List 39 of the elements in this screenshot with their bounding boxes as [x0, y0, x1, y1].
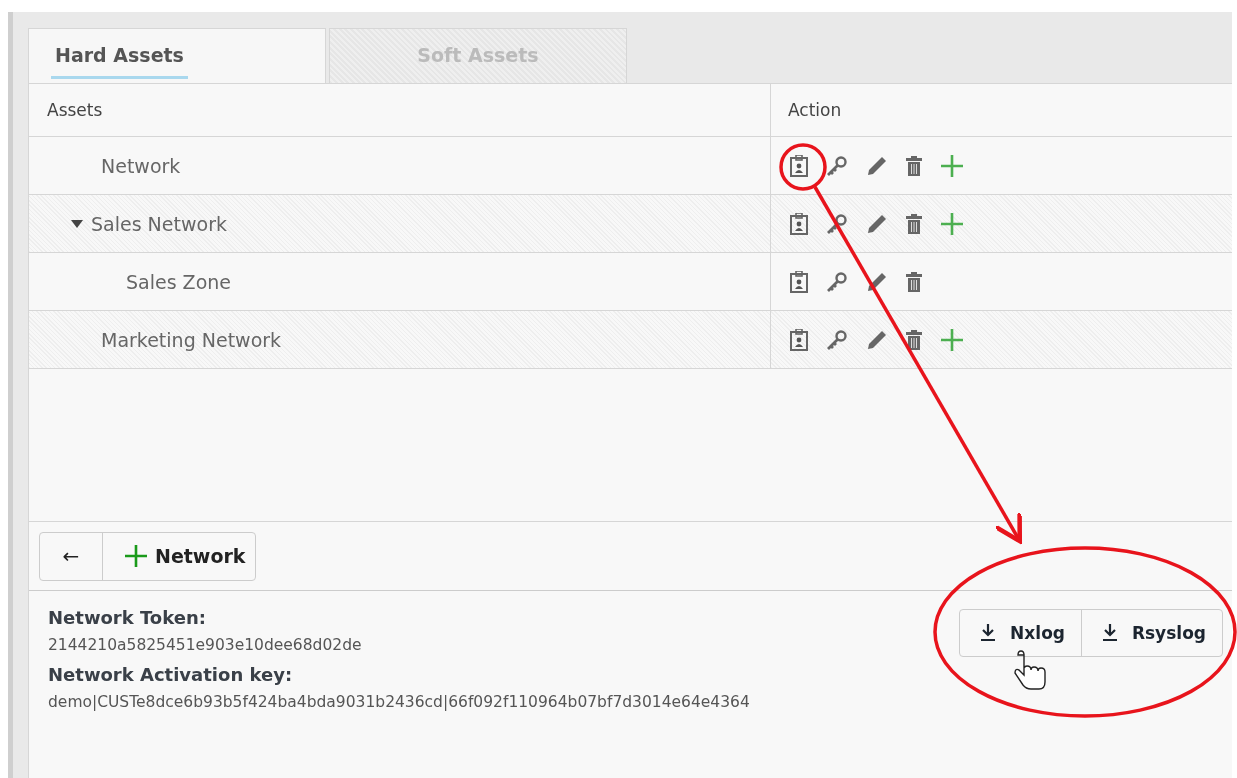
hand-cursor-icon	[1014, 650, 1046, 690]
tab[interactable]: Hard Assets	[28, 28, 326, 83]
pencil-icon[interactable]	[866, 270, 888, 293]
add-network-button[interactable]: Network	[102, 532, 256, 580]
asset-name[interactable]: Network	[101, 154, 181, 177]
back-button[interactable]: ←	[40, 532, 102, 580]
download-icon	[980, 624, 997, 642]
id-badge-icon[interactable]	[790, 328, 808, 351]
id-badge-icon[interactable]	[790, 270, 808, 293]
column-header: Assets	[46, 99, 104, 122]
download-button[interactable]: Nxlog	[960, 610, 1081, 656]
asset-name[interactable]: Marketing Network	[101, 328, 282, 351]
pencil-icon[interactable]	[866, 154, 888, 177]
trash-icon[interactable]	[906, 212, 922, 235]
field-label: Network Activation key:	[48, 664, 294, 685]
asset-name[interactable]: Sales Network	[91, 212, 227, 235]
id-badge-icon[interactable]	[790, 212, 808, 235]
caret-down-icon[interactable]	[71, 219, 83, 228]
download-button[interactable]: Rsyslog	[1081, 610, 1222, 656]
column-header: Action	[770, 84, 1232, 136]
key-icon[interactable]	[826, 328, 848, 351]
add-icon[interactable]	[940, 327, 964, 352]
key-icon[interactable]	[826, 270, 848, 293]
field-value: 2144210a5825451e903e10dee68d02de	[48, 636, 363, 654]
asset-name[interactable]: Sales Zone	[126, 270, 231, 293]
field-label: Network Token:	[48, 607, 207, 628]
pencil-icon[interactable]	[866, 212, 888, 235]
add-icon[interactable]	[940, 153, 964, 178]
trash-icon[interactable]	[906, 270, 922, 293]
add-icon[interactable]	[940, 211, 964, 236]
field-value: demo|CUSTe8dce6b93b5f424ba4bda9031b2436cd|66f092f110964b07bf7d3014e64e4364	[48, 693, 750, 711]
trash-icon[interactable]	[906, 154, 922, 177]
id-badge-icon[interactable]	[790, 154, 808, 177]
key-icon[interactable]	[826, 154, 848, 177]
pencil-icon[interactable]	[866, 328, 888, 351]
add-icon	[125, 545, 147, 567]
download-icon	[1102, 624, 1118, 642]
trash-icon[interactable]	[906, 328, 922, 351]
key-icon[interactable]	[826, 212, 848, 235]
